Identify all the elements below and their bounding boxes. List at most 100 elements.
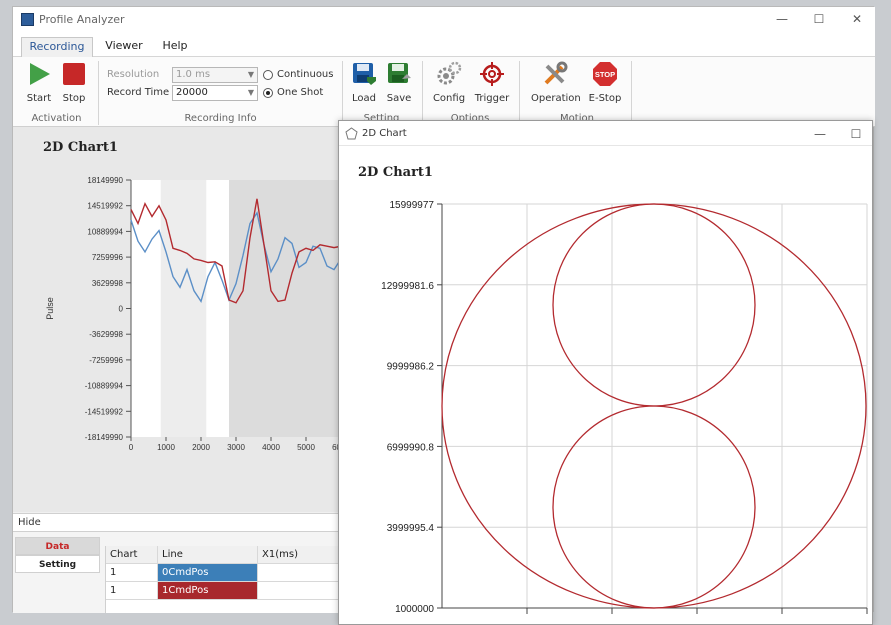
recording-info-group-label: Recording Info [184,113,257,124]
x-tick-label: 4000 [262,443,280,452]
tools-icon [544,61,568,85]
x-tick-label: 1000 [157,443,175,452]
y-tick-label: -7259996 [89,356,123,365]
ribbon-separator [422,61,423,125]
column-header-line: Line [158,546,258,564]
play-icon [30,63,50,85]
minimize-icon[interactable]: — [767,10,797,28]
table-cell-x1[interactable] [258,582,340,600]
y-tick-label: 3999995.4 [387,523,435,534]
trigger-label: Trigger [474,93,510,104]
app-icon [21,13,34,26]
chart1-panel: 2D Chart1 18149990 14519992 10889994 725999… [13,127,339,512]
config-button[interactable]: Config [429,61,469,104]
operation-label: Operation [531,93,581,104]
tab-help[interactable]: Help [155,37,195,57]
y-tick-label: -18149990 [85,433,124,442]
stop-square-icon [63,63,85,85]
y-tick-label: 0 [119,305,124,314]
x-tick-label: 2000 [192,443,210,452]
stop-label: Stop [62,93,86,104]
chart-window: 2D Chart — ☐ 2D Chart1 15999977 12999981.… [338,120,873,625]
close-icon[interactable]: ✕ [842,10,872,28]
one-shot-label: One Shot [277,87,324,98]
chevron-down-icon: ▼ [247,88,254,97]
one-shot-radio[interactable] [263,88,273,98]
table-cell-x1[interactable] [258,564,340,582]
hide-toggle[interactable]: Hide [13,513,339,532]
gears-icon [437,61,462,85]
start-label: Start [26,93,52,104]
save-label: Save [386,93,412,104]
start-button[interactable]: Start [19,61,59,104]
table-cell-line[interactable]: 1CmdPos [158,582,258,600]
ribbon-separator [519,61,520,125]
data-panel: Hide Data Setting Chart Line X1(ms) 1 0C… [13,513,340,613]
load-button[interactable]: Load [344,61,384,104]
y-axis-label: Pulse [45,297,55,320]
series-table: Chart Line X1(ms) 1 0CmdPos 1 1CmdPos [105,546,340,613]
resolution-select[interactable]: 1.0 ms ▼ [172,67,258,83]
stop-sign-text: STOP [595,70,615,79]
ribbon-separator [98,61,99,125]
continuous-label: Continuous [277,69,334,80]
record-time-value: 20000 [176,87,208,98]
chart-window-title: 2D Chart [362,128,407,139]
operation-button[interactable]: Operation [531,61,581,104]
ribbon-separator [631,61,632,125]
tab-viewer[interactable]: Viewer [99,37,149,57]
save-button[interactable]: Save [379,61,419,104]
y-tick-label: 3629998 [92,279,124,288]
y-tick-label: -10889994 [85,382,124,391]
table-cell-chart[interactable]: 1 [106,564,158,582]
estop-button[interactable]: STOP E-Stop [585,61,625,104]
highlight-region [160,180,207,437]
y-tick-label: -3629998 [89,330,123,339]
tab-setting[interactable]: Setting [15,555,100,573]
y-tick-label: 18149990 [87,176,123,185]
chart-window-title-bar: 2D Chart — ☐ [339,121,872,146]
column-header-chart: Chart [106,546,158,564]
y-tick-label: 7259996 [92,253,124,262]
table-cell-line[interactable]: 0CmdPos [158,564,258,582]
maximize-icon[interactable]: ☐ [804,10,834,28]
ribbon-tabs: Recording Viewer Help [13,33,875,57]
ribbon: Start Stop Activation Resolution 1.0 ms … [13,57,875,127]
trigger-button[interactable]: Trigger [472,61,512,104]
title-bar: Profile Analyzer — ☐ ✕ [13,7,875,33]
save-disk-icon [388,63,411,83]
chevron-down-icon: ▼ [247,70,254,79]
highlight-region [229,180,339,437]
table-cell-chart[interactable]: 1 [106,582,158,600]
estop-label: E-Stop [588,93,622,104]
x-tick-label: 5000 [297,443,315,452]
config-label: Config [432,93,466,104]
y-tick-label: 9999986.2 [387,362,435,373]
minimize-icon[interactable]: — [805,125,835,143]
continuous-radio[interactable] [263,70,273,80]
y-tick-label: -14519992 [85,407,124,416]
pentagon-icon [345,127,358,140]
stop-sign-icon: STOP [593,62,617,86]
y-tick-label: 6999990.8 [387,442,435,453]
y-tick-label: 10889994 [87,227,123,236]
record-time-select[interactable]: 20000 ▼ [172,85,258,101]
y-tick-label: 12999981.6 [381,281,434,292]
maximize-icon[interactable]: ☐ [841,125,871,143]
stop-button[interactable]: Stop [54,61,94,104]
xy-chart[interactable]: 15999977 12999981.6 9999986.2 6999990.8 3999… [339,146,872,624]
resolution-value: 1.0 ms [176,69,211,80]
line-chart[interactable]: 181499901451999210889994725999636299980-… [13,127,339,512]
load-label: Load [352,93,376,104]
record-time-label: Record Time [107,87,170,98]
load-disk-icon [353,63,376,85]
crosshair-icon [480,62,504,86]
tab-data[interactable]: Data [15,537,100,555]
resolution-label: Resolution [107,69,160,80]
activation-group-label: Activation [31,113,82,124]
tab-recording[interactable]: Recording [21,37,93,57]
x-tick-label: 3000 [227,443,245,452]
y-tick-label: 15999977 [390,200,435,211]
y-tick-label: 1000000 [395,604,434,615]
window-title: Profile Analyzer [39,13,125,26]
